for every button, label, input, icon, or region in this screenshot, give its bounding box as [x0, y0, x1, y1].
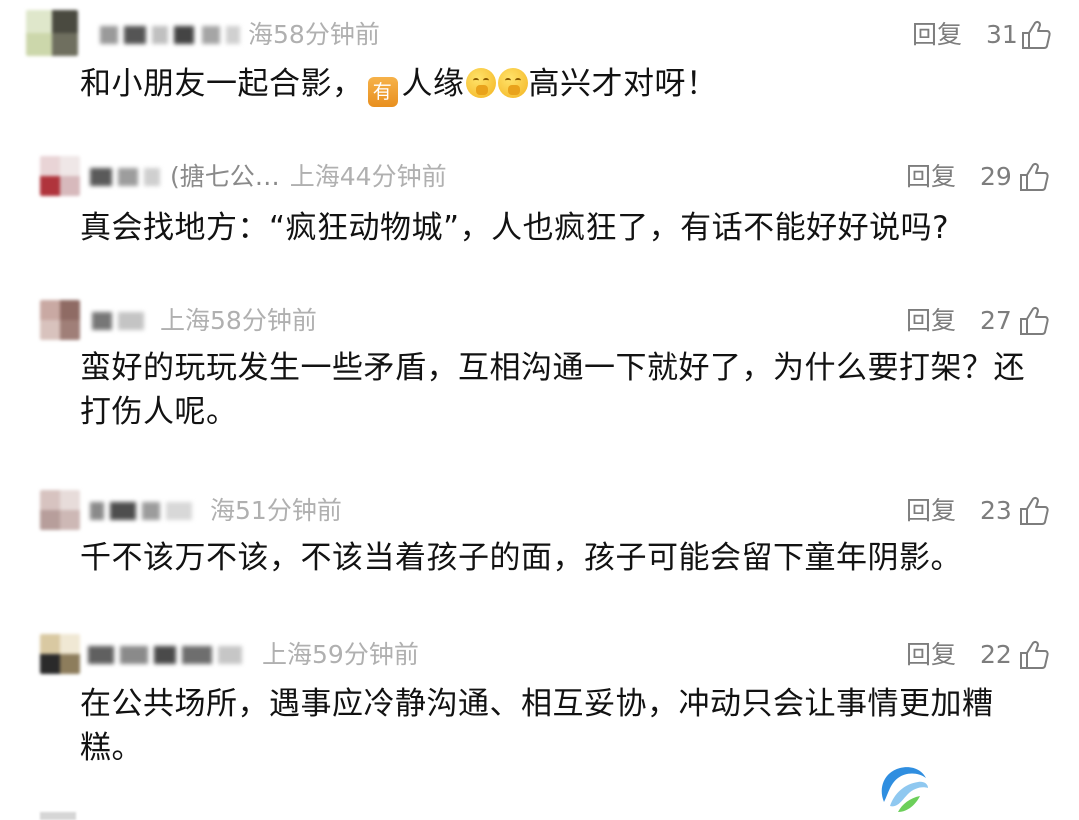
username-blurred[interactable]	[88, 642, 248, 668]
hmm-face-icon	[465, 68, 496, 98]
thumbs-up-icon[interactable]	[1018, 306, 1050, 336]
watermark-logo-icon	[881, 767, 928, 812]
comment-text-part: 高兴才对呀！	[528, 66, 718, 102]
comment-time: 59分钟前	[312, 640, 419, 669]
reply-button[interactable]: 回复	[906, 161, 956, 193]
reply-button[interactable]: 回复	[912, 19, 962, 51]
comment-location: 海	[248, 20, 274, 49]
avatar[interactable]	[40, 300, 80, 340]
reply-button[interactable]: 回复	[906, 495, 956, 527]
username-blurred[interactable]	[90, 164, 165, 190]
comment-meta: (搪七公… 上海44分钟前	[170, 161, 447, 193]
username-blurred[interactable]	[92, 308, 150, 334]
thumbs-up-icon[interactable]	[1020, 20, 1052, 50]
comment-text: 在公共场所，遇事应冷静沟通、相互妥协，冲动只会让事情更加糟糕。	[80, 686, 994, 766]
reply-button[interactable]: 回复	[906, 305, 956, 337]
comment-time: 51分钟前	[235, 496, 342, 525]
thumbs-up-icon[interactable]	[1018, 162, 1050, 192]
avatar-partial	[40, 812, 76, 820]
comment-meta: 海58分钟前	[248, 19, 380, 51]
comment-header: 上海59分钟前 回复 22	[0, 628, 1079, 678]
like-count: 22	[980, 640, 1012, 669]
comment-header: 上海58分钟前 回复 27	[0, 294, 1079, 344]
like-count: 31	[986, 20, 1018, 49]
comment-location: 上海	[262, 640, 313, 669]
comment-text: 蛮好的玩玩发生一些矛盾，互相沟通一下就好了，为什么要打架？还打伤人呢。	[80, 350, 1025, 430]
avatar[interactable]	[40, 490, 80, 530]
comment-location: 上海	[289, 162, 340, 191]
avatar[interactable]	[40, 156, 80, 196]
comment-meta: 上海59分钟前	[262, 639, 419, 671]
avatar[interactable]	[26, 10, 78, 56]
comment-text-part: 人缘	[401, 66, 465, 102]
comment-header: (搪七公… 上海44分钟前 回复 29	[0, 150, 1079, 200]
like-count: 23	[980, 496, 1012, 525]
comment-meta: 海51分钟前	[210, 495, 342, 527]
comment-text-part: 和小朋友一起合影，	[80, 66, 364, 102]
comment-location: 上海	[160, 306, 211, 335]
avatar[interactable]	[40, 634, 80, 674]
thumbs-up-icon[interactable]	[1018, 496, 1050, 526]
hmm-face-icon	[497, 68, 528, 98]
comment-header: 海51分钟前 回复 23	[0, 484, 1079, 534]
like-count: 29	[980, 162, 1012, 191]
username-blurred[interactable]	[90, 498, 198, 524]
username-partial[interactable]: (搪七公…	[170, 162, 280, 191]
comment-time: 58分钟前	[210, 306, 317, 335]
comment-time: 58分钟前	[273, 20, 380, 49]
you-tag-icon: 有	[367, 77, 398, 107]
thumbs-up-icon[interactable]	[1018, 640, 1050, 670]
comment-text: 和小朋友一起合影，有人缘 高兴才对呀！	[80, 62, 1040, 107]
comment-meta: 上海58分钟前	[160, 305, 317, 337]
reply-button[interactable]: 回复	[906, 639, 956, 671]
comment-text: 真会找地方：“疯狂动物城”，人也疯狂了，有话不能好好说吗?	[80, 210, 950, 246]
username-blurred[interactable]	[100, 22, 245, 48]
comment-header: 海58分钟前 回复 31	[0, 8, 1079, 58]
like-count: 27	[980, 306, 1012, 335]
comment-time: 44分钟前	[339, 162, 447, 191]
comment-text: 千不该万不该，不该当着孩子的面，孩子可能会留下童年阴影。	[80, 540, 962, 576]
comment-location: 海	[210, 496, 236, 525]
